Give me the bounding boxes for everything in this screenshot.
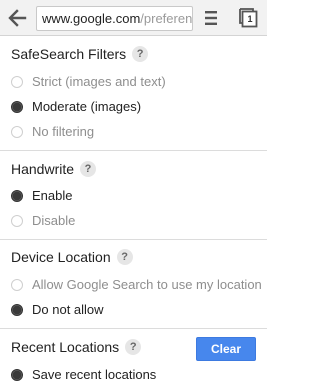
back-arrow-icon[interactable]: [6, 7, 28, 29]
help-icon[interactable]: ?: [132, 46, 149, 62]
url-path: /preferences: [140, 11, 193, 26]
recent-locations-title-text: Recent Locations: [11, 339, 120, 355]
radio-option-no-filtering[interactable]: No filtering: [11, 122, 94, 142]
menu-icon[interactable]: [200, 8, 222, 28]
option-label: Do not allow: [32, 302, 104, 317]
radio-button[interactable]: [11, 215, 23, 227]
tab-switcher-button[interactable]: 1: [236, 6, 260, 30]
radio-option-do-not-allow[interactable]: Do not allow: [11, 300, 104, 320]
help-icon[interactable]: ?: [80, 161, 97, 177]
option-label: No filtering: [32, 124, 95, 139]
radio-button-checked[interactable]: [11, 304, 23, 316]
option-label: Moderate (images): [32, 99, 142, 114]
radio-button[interactable]: [11, 76, 23, 88]
section-divider: [0, 239, 267, 240]
radio-button[interactable]: [11, 126, 23, 138]
radio-option-disable[interactable]: Disable: [11, 211, 75, 231]
safesearch-title-text: SafeSearch Filters: [11, 46, 127, 62]
radio-button-checked[interactable]: [11, 190, 23, 202]
help-icon[interactable]: ?: [125, 339, 142, 355]
radio-option-moderate[interactable]: Moderate (images): [11, 97, 141, 117]
section-divider: [0, 150, 267, 151]
option-label: Strict (images and text): [32, 74, 166, 89]
tab-count: 1: [247, 14, 253, 24]
url-host: www.google.com: [42, 11, 141, 26]
radio-option-allow-location[interactable]: Allow Google Search to use my location: [11, 275, 262, 295]
radio-option-enable[interactable]: Enable: [11, 186, 72, 206]
radio-button-checked[interactable]: [11, 369, 23, 381]
browser-toolbar: www.google.com/preferences 1: [0, 0, 267, 36]
help-icon[interactable]: ?: [116, 249, 133, 265]
option-label: Save recent locations: [32, 367, 157, 382]
location-title-text: Device Location: [11, 249, 111, 265]
section-divider: [0, 328, 267, 329]
handwrite-title-text: Handwrite: [11, 161, 75, 177]
radio-button-checked[interactable]: [11, 101, 23, 113]
option-label: Disable: [32, 213, 76, 228]
radio-button[interactable]: [11, 279, 23, 291]
option-label: Enable: [32, 188, 73, 203]
handwrite-title: Handwrite ?: [11, 160, 97, 178]
option-label: Allow Google Search to use my location: [32, 277, 262, 292]
recent-locations-title: Recent Locations ?: [11, 338, 142, 356]
radio-option-save-recent[interactable]: Save recent locations: [11, 365, 156, 385]
location-title: Device Location ?: [11, 248, 133, 266]
address-bar[interactable]: www.google.com/preferences: [36, 6, 193, 31]
safesearch-title: SafeSearch Filters ?: [11, 45, 149, 63]
clear-button[interactable]: Clear: [196, 337, 256, 361]
radio-option-strict[interactable]: Strict (images and text): [11, 72, 166, 92]
